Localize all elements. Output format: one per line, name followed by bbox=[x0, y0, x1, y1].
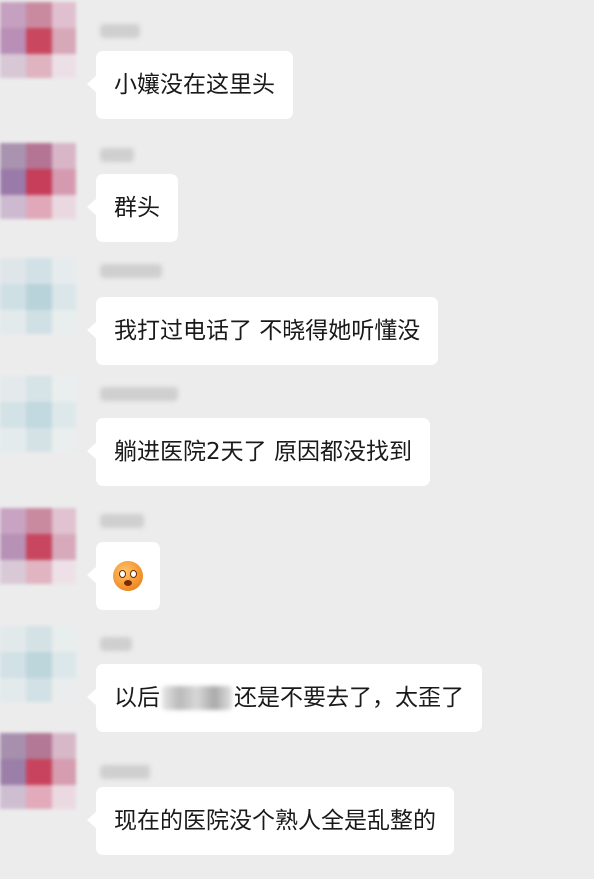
avatar[interactable] bbox=[0, 258, 76, 334]
message-bubble[interactable]: 我打过电话了 不晓得她听懂没 bbox=[86, 297, 439, 365]
avatar[interactable] bbox=[0, 733, 76, 809]
message-text: 躺进医院2天了 原因都没找到 bbox=[114, 439, 412, 465]
sender-name bbox=[100, 514, 144, 528]
message-text-start: 以后 bbox=[114, 685, 160, 711]
sender-name bbox=[100, 765, 150, 779]
redacted-text bbox=[162, 686, 232, 710]
message-bubble[interactable]: 群头 bbox=[87, 174, 178, 242]
avatar[interactable] bbox=[0, 143, 76, 219]
sender-name bbox=[100, 24, 140, 38]
message-text: 我打过电话了 不晓得她听懂没 bbox=[114, 318, 421, 344]
avatar[interactable] bbox=[0, 376, 76, 452]
message-bubble[interactable] bbox=[87, 542, 160, 610]
message-text-end: 还是不要去了，太歪了 bbox=[234, 685, 464, 711]
message-text: 现在的医院没个熟人全是乱整的 bbox=[114, 808, 436, 834]
sender-name bbox=[100, 148, 134, 162]
message-text: 群头 bbox=[114, 195, 160, 221]
message-text: 小孃没在这里头 bbox=[114, 72, 275, 98]
avatar[interactable] bbox=[0, 626, 76, 702]
astonished-face-icon bbox=[113, 561, 143, 591]
chat-history: 小孃没在这里头 群头 我打过电话了 不晓得她听懂没 躺进医院2天了 原因都没找到… bbox=[0, 0, 594, 879]
avatar[interactable] bbox=[0, 2, 76, 78]
sender-name bbox=[100, 387, 178, 401]
sender-name bbox=[100, 264, 162, 278]
message-bubble[interactable]: 躺进医院2天了 原因都没找到 bbox=[87, 418, 430, 486]
message-bubble[interactable]: 小孃没在这里头 bbox=[87, 51, 293, 119]
avatar[interactable] bbox=[0, 508, 76, 584]
message-bubble[interactable]: 现在的医院没个熟人全是乱整的 bbox=[87, 787, 454, 855]
sender-name bbox=[100, 637, 132, 651]
message-bubble[interactable]: 以后 还是不要去了，太歪了 bbox=[87, 664, 482, 732]
